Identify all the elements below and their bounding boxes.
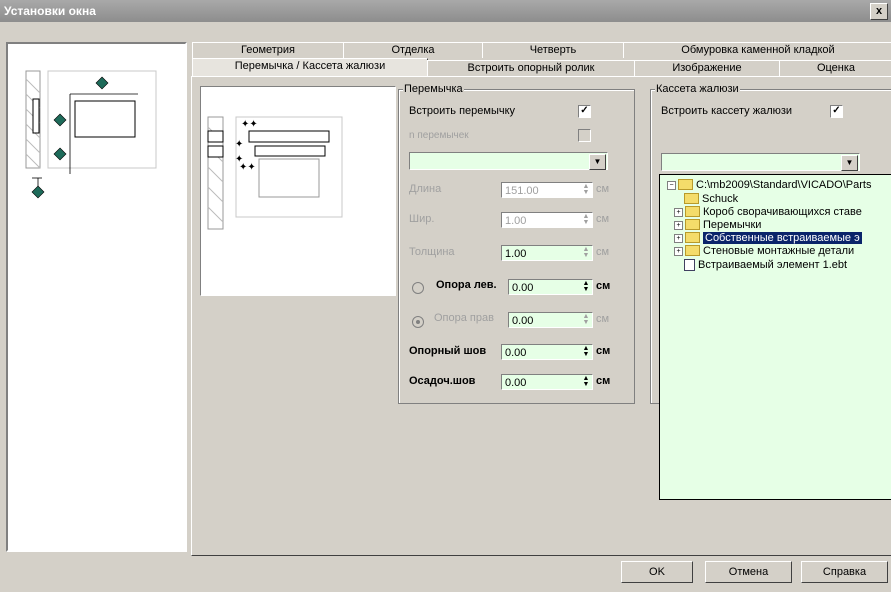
lintel-count-checkbox[interactable]	[578, 129, 591, 142]
tab-evaluation[interactable]: Оценка	[779, 60, 891, 76]
tree-item-label: Встраиваемый элемент 1.ebt	[698, 259, 848, 271]
support-left-label: Опора лев.	[436, 279, 497, 291]
insert-shutter-checkbox[interactable]: ✓	[830, 105, 843, 118]
folder-icon	[685, 205, 700, 217]
support-left-radio[interactable]	[412, 282, 424, 294]
settle-seam-spinner[interactable]: ▲ ▼	[580, 375, 592, 388]
length-spinner[interactable]: ▲ ▼	[580, 183, 592, 196]
tree-item-label: Перемычки	[703, 219, 762, 231]
tree-item-label: Короб сворачивающихся ставе	[703, 206, 862, 218]
tree-item-label: Стеновые монтажные детали	[703, 245, 855, 257]
tree-item[interactable]: Schuck	[684, 192, 739, 206]
support-seam-label: Опорный шов	[409, 345, 487, 357]
folder-icon	[685, 218, 700, 230]
help-button[interactable]: Справка	[801, 561, 888, 583]
width-label: Шир.	[409, 213, 435, 225]
length-unit: см	[596, 183, 610, 195]
tab-quarter[interactable]: Четверть	[482, 42, 624, 58]
thickness-unit: см	[596, 246, 610, 258]
folder-icon	[685, 244, 700, 256]
support-right-unit: см	[596, 313, 610, 325]
tab-geometry[interactable]: Геометрия	[192, 42, 344, 58]
support-right-radio[interactable]	[412, 316, 424, 328]
support-seam-unit: см	[596, 345, 611, 357]
tree-item-selected[interactable]: + Собственные встраиваемые э	[674, 231, 862, 245]
tree-item[interactable]: + Стеновые монтажные детали	[674, 244, 855, 258]
tab-lintel-shutter[interactable]: Перемычка / Кассета жалюзи	[192, 58, 428, 76]
width-spinner[interactable]: ▲ ▼	[580, 213, 592, 226]
tree-item-label: Собственные встраиваемые э	[703, 232, 862, 244]
support-left-spinner[interactable]: ▲ ▼	[580, 280, 592, 293]
tab-masonry[interactable]: Обмуровка каменной кладкой	[623, 42, 891, 58]
lintel-preview-drawing: ✦✦✦✦✦✦	[207, 116, 343, 230]
expand-icon[interactable]: +	[674, 220, 683, 230]
folder-icon	[685, 231, 700, 243]
shutter-group-title: Кассета жалюзи	[655, 83, 740, 95]
tree-item[interactable]: Встраиваемый элемент 1.ebt	[684, 259, 847, 272]
support-right-label: Опора прав	[434, 312, 494, 324]
folder-icon	[684, 192, 699, 204]
chevron-down-icon[interactable]: ▼	[841, 155, 858, 171]
insert-lintel-checkbox[interactable]: ✓	[578, 105, 591, 118]
thickness-spinner[interactable]: ▲ ▼	[580, 246, 592, 259]
length-label: Длина	[409, 183, 442, 195]
expand-icon[interactable]: +	[674, 246, 683, 256]
lintel-preview: ✦✦ ✦ ✦ ✦✦	[200, 86, 396, 296]
tree-item-label: Schuck	[702, 193, 739, 205]
lintel-count-label: n перемычек	[409, 130, 469, 141]
tree-item[interactable]: + Перемычки	[674, 218, 762, 232]
tree-item[interactable]: + Короб сворачивающихся ставе	[674, 205, 862, 219]
parts-tree[interactable]: − C:\mb2009\Standard\VICADO\Parts Schuck …	[659, 174, 891, 500]
tab-support-roller[interactable]: Встроить опорный ролик	[427, 60, 635, 76]
folder-icon	[678, 178, 693, 190]
title-bar: Установки окна x	[0, 0, 891, 22]
svg-text:✦: ✦	[235, 139, 243, 150]
insert-shutter-label: Встроить кассету жалюзи	[661, 105, 793, 117]
lintel-group-title: Перемычка	[403, 83, 464, 95]
width-unit: см	[596, 213, 610, 225]
left-preview-panel	[6, 42, 187, 552]
tree-root[interactable]: − C:\mb2009\Standard\VICADO\Parts	[667, 178, 872, 192]
lintel-type-combo[interactable]: ▼	[409, 152, 608, 170]
shutter-type-combo[interactable]: ▼	[661, 153, 860, 171]
chevron-down-icon[interactable]: ▼	[589, 154, 606, 170]
expand-icon[interactable]: +	[674, 207, 683, 217]
ok-button[interactable]: OK	[621, 561, 693, 583]
close-button[interactable]: x	[870, 3, 888, 20]
window-title: Установки окна	[4, 4, 96, 18]
insert-lintel-label: Встроить перемычку	[409, 105, 516, 117]
window-geometry-preview	[25, 70, 157, 199]
cancel-button[interactable]: Отмена	[705, 561, 792, 583]
tree-root-label: C:\mb2009\Standard\VICADO\Parts	[696, 179, 872, 191]
svg-text:✦✦: ✦✦	[241, 119, 258, 130]
support-right-spinner[interactable]: ▲ ▼	[580, 313, 592, 326]
thickness-label: Толщина	[409, 246, 455, 258]
tab-image[interactable]: Изображение	[634, 60, 780, 76]
support-seam-spinner[interactable]: ▲ ▼	[580, 345, 592, 358]
tab-finish[interactable]: Отделка	[343, 42, 483, 58]
support-left-unit: см	[596, 280, 611, 292]
settle-seam-label: Осадоч.шов	[409, 375, 476, 387]
expand-icon[interactable]: +	[674, 233, 683, 243]
svg-text:✦✦: ✦✦	[239, 162, 256, 173]
settle-seam-unit: см	[596, 375, 611, 387]
collapse-icon[interactable]: −	[667, 180, 676, 190]
file-icon	[684, 259, 695, 272]
